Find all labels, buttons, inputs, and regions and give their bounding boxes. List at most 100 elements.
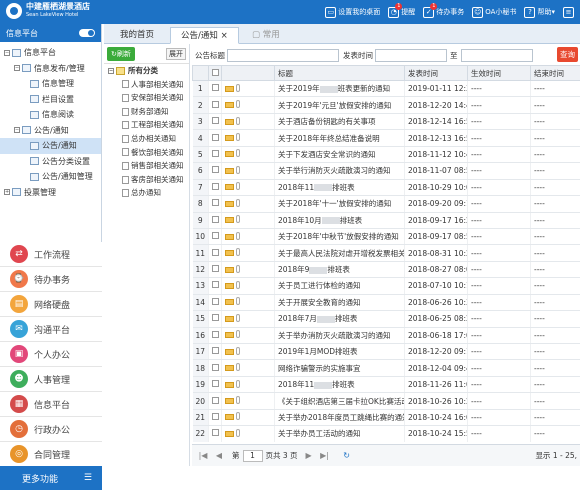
row-checkbox[interactable] (212, 380, 219, 387)
row-title[interactable]: 关于员工进行体检的通知 (275, 278, 405, 294)
row-check-cell[interactable] (209, 196, 222, 212)
row-title[interactable]: 关于举行消防灭火疏散演习的通知 (275, 163, 405, 179)
row-title[interactable]: 关于开展安全教育的通知 (275, 294, 405, 310)
row-check-cell[interactable] (209, 212, 222, 228)
header-check[interactable] (209, 66, 222, 81)
row-check-cell[interactable] (209, 393, 222, 409)
tree-info-publish[interactable]: −信息发布/管理 (0, 61, 101, 77)
last-page-icon[interactable]: ▶| (320, 451, 330, 461)
row-title[interactable]: 关于2018年年终总结准备说明 (275, 130, 405, 146)
search-button[interactable]: 查询 (557, 47, 578, 62)
row-checkbox[interactable] (212, 134, 219, 141)
row-title[interactable]: 《关于组织酒店第三届卡拉OK比赛活动... (275, 393, 405, 409)
module-admin-office[interactable]: ◷行政办公 (0, 417, 102, 442)
category-item[interactable]: 总办相关通知 (104, 132, 189, 146)
row-checkbox[interactable] (212, 347, 219, 354)
set-desktop-button[interactable]: ▭设置我的桌面 (325, 7, 380, 18)
row-check-cell[interactable] (209, 344, 222, 360)
collapse-icon[interactable]: − (14, 127, 20, 133)
tree-notice-category[interactable]: 公告分类设置 (0, 154, 101, 170)
todo-button[interactable]: ✓1待办事务 (423, 7, 464, 18)
row-title[interactable]: 关于举办员工活动的通知 (275, 426, 405, 442)
row-title[interactable]: 关于举办消防灭火疏散演习的通知 (275, 327, 405, 343)
category-all[interactable]: −所有分类 (104, 64, 189, 78)
row-check-cell[interactable] (209, 294, 222, 310)
category-item[interactable]: 餐饮部相关通知 (104, 146, 189, 160)
more-functions-button[interactable]: 更多功能☰ (0, 466, 102, 490)
module-info-platform[interactable]: ▦信息平台 (0, 392, 102, 417)
header-effective-time[interactable]: 生效时间 (468, 66, 531, 81)
collapse-icon[interactable]: − (14, 65, 20, 71)
refresh-button[interactable]: ↻刷新 (107, 47, 135, 61)
module-netdisk[interactable]: ▤网络硬盘 (0, 292, 102, 317)
header-publish-time[interactable]: 发表时间 (405, 66, 468, 81)
end-date-input[interactable] (461, 49, 533, 62)
category-item[interactable]: 工程部相关通知 (104, 118, 189, 132)
row-title[interactable]: 2019年1月MOD排班表 (275, 344, 405, 360)
row-check-cell[interactable] (209, 81, 222, 97)
sidebar-toggle[interactable] (79, 29, 95, 37)
table-row[interactable]: 72018年11排班表2018-10-29 10:08-------- (193, 179, 580, 195)
tree-info-read[interactable]: 信息阅读 (0, 107, 101, 123)
table-row[interactable]: 13关于员工进行体检的通知2018-07-10 10:12-------- (193, 278, 580, 294)
row-checkbox[interactable] (212, 314, 219, 321)
close-icon[interactable]: × (221, 31, 228, 41)
module-communication[interactable]: ✉沟通平台 (0, 317, 102, 342)
row-title[interactable]: 关于举办2018年度员工跳绳比赛的通知 (275, 409, 405, 425)
table-row[interactable]: 5关于下发酒店安全常识的通知2018-11-12 10:41-------- (193, 146, 580, 162)
row-title[interactable]: 关于酒店备份钥匙的有关事项 (275, 113, 405, 129)
reload-icon[interactable]: ↻ (342, 451, 352, 461)
first-page-icon[interactable]: |◀ (198, 451, 208, 461)
tree-notice[interactable]: −公告/通知 (0, 123, 101, 139)
title-search-input[interactable] (227, 49, 339, 62)
table-row[interactable]: 18网络诈骗警示的实施事宜2018-12-04 09:44-------- (193, 360, 580, 376)
row-title[interactable]: 关于最高人民法院对虐开增税发票相关... (275, 245, 405, 261)
row-check-cell[interactable] (209, 113, 222, 129)
row-title[interactable]: 关于2019年'元旦'放假安排的通知 (275, 97, 405, 113)
module-workflow[interactable]: ⇄工作流程 (0, 242, 102, 267)
table-row[interactable]: 92018年10月排班表2018-09-17 16:27-------- (193, 212, 580, 228)
row-check-cell[interactable] (209, 130, 222, 146)
row-checkbox[interactable] (212, 117, 219, 124)
row-checkbox[interactable] (212, 216, 219, 223)
row-checkbox[interactable] (212, 84, 219, 91)
row-title[interactable]: 网络诈骗警示的实施事宜 (275, 360, 405, 376)
row-checkbox[interactable] (212, 413, 219, 420)
row-title[interactable]: 2018年11排班表 (275, 179, 405, 195)
category-item[interactable]: 总办通知 (104, 186, 189, 200)
expand-button[interactable]: 展开 (166, 48, 186, 60)
row-checkbox[interactable] (212, 199, 219, 206)
expand-icon[interactable]: + (4, 189, 10, 195)
table-row[interactable]: 10关于2018年'中秋节'放假安排的通知2018-09-17 08:54---… (193, 228, 580, 244)
row-checkbox[interactable] (212, 364, 219, 371)
tab-home[interactable]: 我的首页 (110, 27, 164, 44)
table-row[interactable]: 152018年7月排班表2018-06-25 08:27-------- (193, 311, 580, 327)
start-date-input[interactable] (375, 49, 447, 62)
oa-assistant-button[interactable]: ☺OA小秘书 (472, 7, 516, 18)
tree-notice-selected[interactable]: 公告/通知 (0, 138, 101, 154)
row-checkbox[interactable] (212, 397, 219, 404)
row-checkbox[interactable] (212, 265, 219, 272)
row-checkbox[interactable] (212, 298, 219, 305)
row-title[interactable]: 2018年11排班表 (275, 376, 405, 392)
row-title[interactable]: 2018年10月排班表 (275, 212, 405, 228)
module-personal-office[interactable]: ▣个人办公 (0, 342, 102, 367)
category-item[interactable]: 客房部相关通知 (104, 173, 189, 187)
row-check-cell[interactable] (209, 97, 222, 113)
prev-page-icon[interactable]: ◀ (214, 451, 224, 461)
row-check-cell[interactable] (209, 376, 222, 392)
select-all-checkbox[interactable] (212, 69, 219, 76)
row-title[interactable]: 2018年9排班表 (275, 261, 405, 277)
row-check-cell[interactable] (209, 245, 222, 261)
tab-common[interactable]: ▢ 常用 (242, 27, 290, 44)
row-title[interactable]: 关于2019年班表更新的通知 (275, 81, 405, 97)
row-check-cell[interactable] (209, 146, 222, 162)
menu-button[interactable]: ≡ (563, 7, 576, 18)
row-check-cell[interactable] (209, 228, 222, 244)
category-item[interactable]: 安保部相关通知 (104, 91, 189, 105)
row-checkbox[interactable] (212, 249, 219, 256)
page-number-input[interactable]: 1 (243, 450, 263, 462)
table-row[interactable]: 1关于2019年班表更新的通知2019-01-11 12:33-------- (193, 81, 580, 97)
category-item[interactable]: 销售部相关通知 (104, 159, 189, 173)
table-row[interactable]: 21关于举办2018年度员工跳绳比赛的通知2018-10-24 16:03---… (193, 409, 580, 425)
